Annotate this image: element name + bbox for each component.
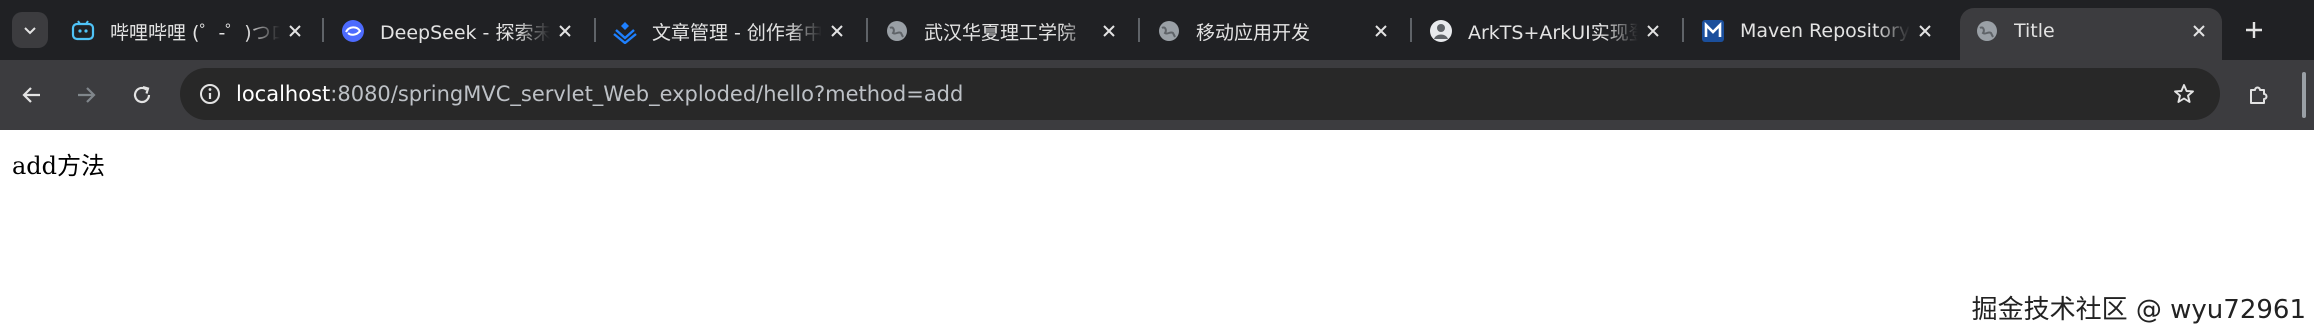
deepseek-icon <box>340 18 366 44</box>
tab-article-manage[interactable]: 文章管理 - 创作者中心 <box>598 8 860 54</box>
back-button[interactable] <box>14 77 50 113</box>
avatar-icon <box>1428 18 1454 44</box>
forward-button[interactable] <box>68 77 104 113</box>
tab-deepseek[interactable]: DeepSeek - 探索未至之境 <box>326 8 588 54</box>
browser-toolbar: localhost:8080/springMVC_servlet_Web_exp… <box>0 60 2314 130</box>
tab-maven[interactable]: Maven Repository: Search <box>1686 8 1948 54</box>
juejin-icon <box>612 18 638 44</box>
tab-mobile-dev[interactable]: 移动应用开发 <box>1142 8 1404 54</box>
tab-title-active[interactable]: Title <box>1960 8 2222 60</box>
maven-icon <box>1700 18 1726 44</box>
close-icon <box>1647 25 1659 37</box>
url-text[interactable]: localhost:8080/springMVC_servlet_Web_exp… <box>236 68 963 120</box>
page-body-text: add方法 <box>12 152 106 180</box>
tab-separator <box>1138 18 1140 42</box>
new-tab-button[interactable] <box>2236 12 2272 48</box>
close-icon <box>289 25 301 37</box>
tab-title: Maven Repository: Search <box>1740 20 1910 42</box>
tab-strip: 哔哩哔哩 (゜-゜)つロ 干杯~-bilibili DeepSeek - 探索未… <box>0 0 2314 60</box>
url-host: localhost <box>236 82 331 106</box>
tab-arkts[interactable]: ArkTS+ArkUI实现登录 <box>1414 8 1676 54</box>
close-tab-button[interactable] <box>1910 16 1940 46</box>
close-icon <box>831 25 843 37</box>
star-icon <box>2174 84 2194 103</box>
globe-icon <box>1974 18 2000 44</box>
close-tab-button[interactable] <box>280 16 310 46</box>
tab-title: 文章管理 - 创作者中心 <box>652 21 822 44</box>
tab-search-button[interactable] <box>12 12 48 48</box>
chevron-down-icon <box>24 27 36 35</box>
globe-icon <box>1156 18 1182 44</box>
close-icon <box>2193 25 2205 37</box>
bookmark-button[interactable] <box>2168 78 2200 110</box>
site-info-button[interactable] <box>194 78 226 110</box>
page-content: add方法 掘金技术社区 @ wyu72961 <box>0 130 2314 330</box>
tab-title: Title <box>2014 20 2055 42</box>
url-path: :8080/springMVC_servlet_Web_exploded/hel… <box>330 82 964 106</box>
extensions-button[interactable] <box>2240 77 2276 113</box>
arrow-right-icon <box>78 87 96 103</box>
close-tab-button[interactable] <box>1638 16 1668 46</box>
tab-separator <box>866 18 868 42</box>
info-icon <box>200 84 220 104</box>
close-tab-button[interactable] <box>1366 16 1396 46</box>
close-icon <box>1103 25 1115 37</box>
reload-button[interactable] <box>124 77 160 113</box>
tab-title: 哔哩哔哩 (゜-゜)つロ 干杯~-bilibili <box>110 21 280 44</box>
watermark-text: 掘金技术社区 @ wyu72961 <box>1971 295 2306 325</box>
tab-separator <box>1410 18 1412 42</box>
toolbar-edge-bar <box>2302 72 2306 118</box>
tab-whhxlg[interactable]: 武汉华夏理工学院 <box>870 8 1132 54</box>
globe-icon <box>884 18 910 44</box>
close-tab-button[interactable] <box>550 16 580 46</box>
puzzle-icon <box>2250 86 2268 104</box>
bilibili-icon <box>70 18 96 44</box>
tab-title: 武汉华夏理工学院 <box>924 21 1077 44</box>
tab-separator <box>594 18 596 42</box>
close-icon <box>559 25 571 37</box>
tab-title: DeepSeek - 探索未至之境 <box>380 21 550 44</box>
reload-icon <box>133 85 151 104</box>
tab-separator <box>322 18 324 42</box>
close-icon <box>1375 25 1387 37</box>
address-bar[interactable]: localhost:8080/springMVC_servlet_Web_exp… <box>180 68 2220 120</box>
arrow-left-icon <box>22 87 40 103</box>
plus-icon <box>2246 22 2262 38</box>
tab-title: ArkTS+ArkUI实现登录 <box>1468 21 1638 44</box>
tab-bilibili[interactable]: 哔哩哔哩 (゜-゜)つロ 干杯~-bilibili <box>56 8 318 54</box>
tab-separator <box>1682 18 1684 42</box>
close-icon <box>1919 25 1931 37</box>
close-tab-button[interactable] <box>822 16 852 46</box>
close-tab-button[interactable] <box>2184 16 2214 46</box>
close-tab-button[interactable] <box>1094 16 1124 46</box>
tab-title: 移动应用开发 <box>1196 21 1311 44</box>
